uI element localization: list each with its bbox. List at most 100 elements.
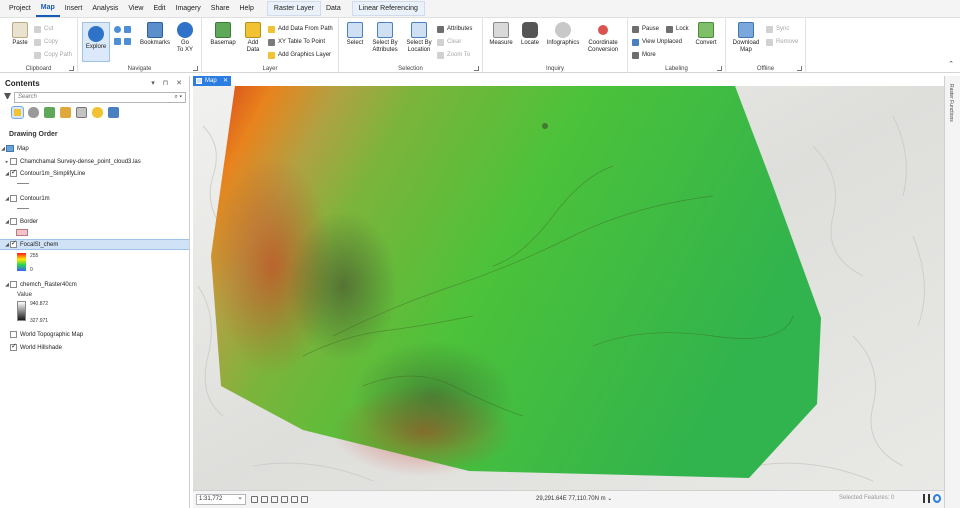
units-dropdown-icon[interactable]: ⌄	[607, 496, 612, 502]
menu-tab-project[interactable]: Project	[4, 0, 36, 18]
copy-button[interactable]: Copy	[34, 37, 58, 47]
table-icon[interactable]	[261, 496, 268, 503]
measure-button[interactable]: Measure	[487, 22, 515, 47]
download-map-button[interactable]: Download Map	[730, 22, 762, 54]
remove-icon	[766, 38, 773, 46]
lock-labeling-button[interactable]: Lock	[666, 24, 689, 34]
layer-row[interactable]: ◢ Border	[4, 216, 193, 227]
layer-row[interactable]: ◢ Contour1m	[4, 193, 193, 204]
labeling-launcher-icon[interactable]	[717, 66, 722, 71]
menu-tab-help[interactable]: Help	[234, 0, 258, 18]
selection-launcher-icon[interactable]	[474, 66, 479, 71]
cut-button[interactable]: Cut	[34, 24, 53, 34]
infographics-button[interactable]: Infographics	[545, 22, 581, 47]
menu-tab-insert[interactable]: Insert	[60, 0, 88, 18]
layer-visibility-checkbox[interactable]	[10, 239, 17, 248]
map-canvas[interactable]	[193, 86, 944, 490]
copy-path-button[interactable]: Copy Path	[34, 50, 72, 60]
refresh-icon[interactable]	[933, 494, 941, 503]
layer-row-selected[interactable]: ◢ FocalSt_chem	[0, 239, 189, 250]
coordinate-readout[interactable]: 29,291.64E 77,110.70N m ⌄	[536, 495, 612, 502]
convert-icon	[698, 22, 714, 38]
map-view-tab[interactable]: Map ✕	[193, 76, 231, 86]
layer-visibility-checkbox[interactable]	[10, 195, 17, 202]
select-button[interactable]: Select	[343, 22, 367, 47]
menu-tab-imagery[interactable]: Imagery	[171, 0, 206, 18]
drawing-order-icon[interactable]	[11, 106, 24, 119]
menu-tab-data[interactable]: Data	[321, 0, 346, 18]
add-data-button[interactable]: Add Data	[242, 22, 264, 54]
full-extent-button[interactable]	[114, 24, 124, 34]
attributes-button[interactable]: Attributes	[437, 24, 472, 34]
close-tab-icon[interactable]: ✕	[223, 76, 228, 86]
add-data-from-path-button[interactable]: Add Data From Path	[268, 24, 333, 34]
collapse-ribbon-icon[interactable]: ⌃	[948, 60, 954, 68]
filter-icon[interactable]	[4, 93, 11, 101]
menu-tab-view[interactable]: View	[123, 0, 148, 18]
view-unplaced-button[interactable]: View Unplaced	[632, 37, 682, 47]
sync-button[interactable]: Sync	[766, 24, 789, 34]
fixed-zoom-in-button[interactable]	[114, 36, 124, 46]
navigate-launcher-icon[interactable]	[193, 66, 198, 71]
rotation-icon[interactable]	[301, 496, 308, 503]
layer-row[interactable]: ▸ Chamchamal Survey-dense_point_cloud3.l…	[4, 156, 193, 167]
menu-tab-edit[interactable]: Edit	[148, 0, 170, 18]
layer-group-label: Layer	[262, 66, 278, 72]
contents-search-input[interactable]: Search ⌕ ▾	[14, 92, 186, 103]
select-by-location-icon	[411, 22, 427, 38]
select-by-attributes-button[interactable]: Select By Attributes	[369, 22, 401, 54]
menu-tab-raster-layer[interactable]: Raster Layer	[266, 1, 321, 16]
more-labeling-button[interactable]: More	[632, 50, 656, 60]
menu-tab-map[interactable]: Map	[35, 0, 60, 17]
layer-row[interactable]: ◢ Contour1m_SimplifyLine	[4, 168, 193, 179]
pane-controls[interactable]: ▾ ⊓ ✕	[151, 79, 185, 87]
grid-icon[interactable]	[251, 496, 258, 503]
previous-extent-button[interactable]	[124, 24, 134, 34]
add-graphics-layer-button[interactable]: Add Graphics Layer	[268, 50, 331, 60]
menu-tab-share[interactable]: Share	[206, 0, 235, 18]
layer-visibility-checkbox[interactable]	[10, 218, 17, 225]
fixed-zoom-out-button[interactable]	[124, 36, 134, 46]
explore-button[interactable]: Explore	[82, 22, 110, 62]
constraint-icon[interactable]	[291, 496, 298, 503]
snap-icon[interactable]	[271, 496, 278, 503]
layer-row[interactable]: World Topographic Map	[10, 329, 199, 340]
basemap-button[interactable]: Basemap	[206, 22, 240, 47]
scale-selector[interactable]: 1:31,772	[196, 493, 246, 505]
menu-tab-analysis[interactable]: Analysis	[87, 0, 123, 18]
editing-pencil-icon[interactable]	[60, 107, 71, 118]
convert-button[interactable]: Convert	[692, 22, 720, 47]
go-to-xy-button[interactable]: Go To XY	[174, 22, 196, 54]
layer-visibility-checkbox[interactable]	[10, 281, 17, 288]
raster-functions-tab[interactable]: Raster Functions	[948, 84, 954, 122]
remove-button[interactable]: Remove	[766, 37, 798, 47]
select-by-location-button[interactable]: Select By Location	[403, 22, 435, 54]
offline-launcher-icon[interactable]	[797, 66, 802, 71]
pause-drawing-icon[interactable]	[923, 494, 930, 503]
coordinate-conversion-button[interactable]: Coordinate Conversion	[583, 22, 623, 54]
layer-visibility-checkbox[interactable]	[10, 168, 17, 177]
clipboard-launcher-icon[interactable]	[69, 66, 74, 71]
menu-tab-linear-referencing[interactable]: Linear Referencing	[351, 1, 425, 16]
layer-visibility-checkbox[interactable]	[10, 158, 17, 165]
map-node[interactable]: ◢ Map	[0, 143, 189, 154]
search-icon[interactable]: ⌕ ▾	[174, 93, 182, 102]
snapping-icon[interactable]	[76, 107, 87, 118]
layer-row[interactable]: World Hillshade	[10, 342, 199, 353]
locate-button[interactable]: Locate	[517, 22, 543, 47]
bookmarks-button[interactable]: Bookmarks	[138, 22, 172, 47]
layer-visibility-checkbox[interactable]	[10, 342, 17, 351]
data-source-icon[interactable]	[28, 107, 39, 118]
zoom-to-selection-button[interactable]: Zoom To	[437, 50, 470, 60]
pause-labeling-button[interactable]: Pause	[632, 24, 659, 34]
xy-table-to-point-button[interactable]: XY Table To Point	[268, 37, 325, 47]
selection-list-icon[interactable]	[44, 107, 55, 118]
perspective-imagery-icon[interactable]	[108, 107, 119, 118]
paste-button[interactable]: Paste	[8, 22, 32, 47]
layer-row[interactable]: ◢ chemch_Raster40cm	[4, 279, 193, 290]
clear-selection-button[interactable]: Clear	[437, 37, 461, 47]
crosshair-icon[interactable]	[281, 496, 288, 503]
labeling-icon[interactable]	[92, 107, 103, 118]
layer-visibility-checkbox[interactable]	[10, 331, 17, 338]
scissors-icon	[34, 25, 41, 33]
